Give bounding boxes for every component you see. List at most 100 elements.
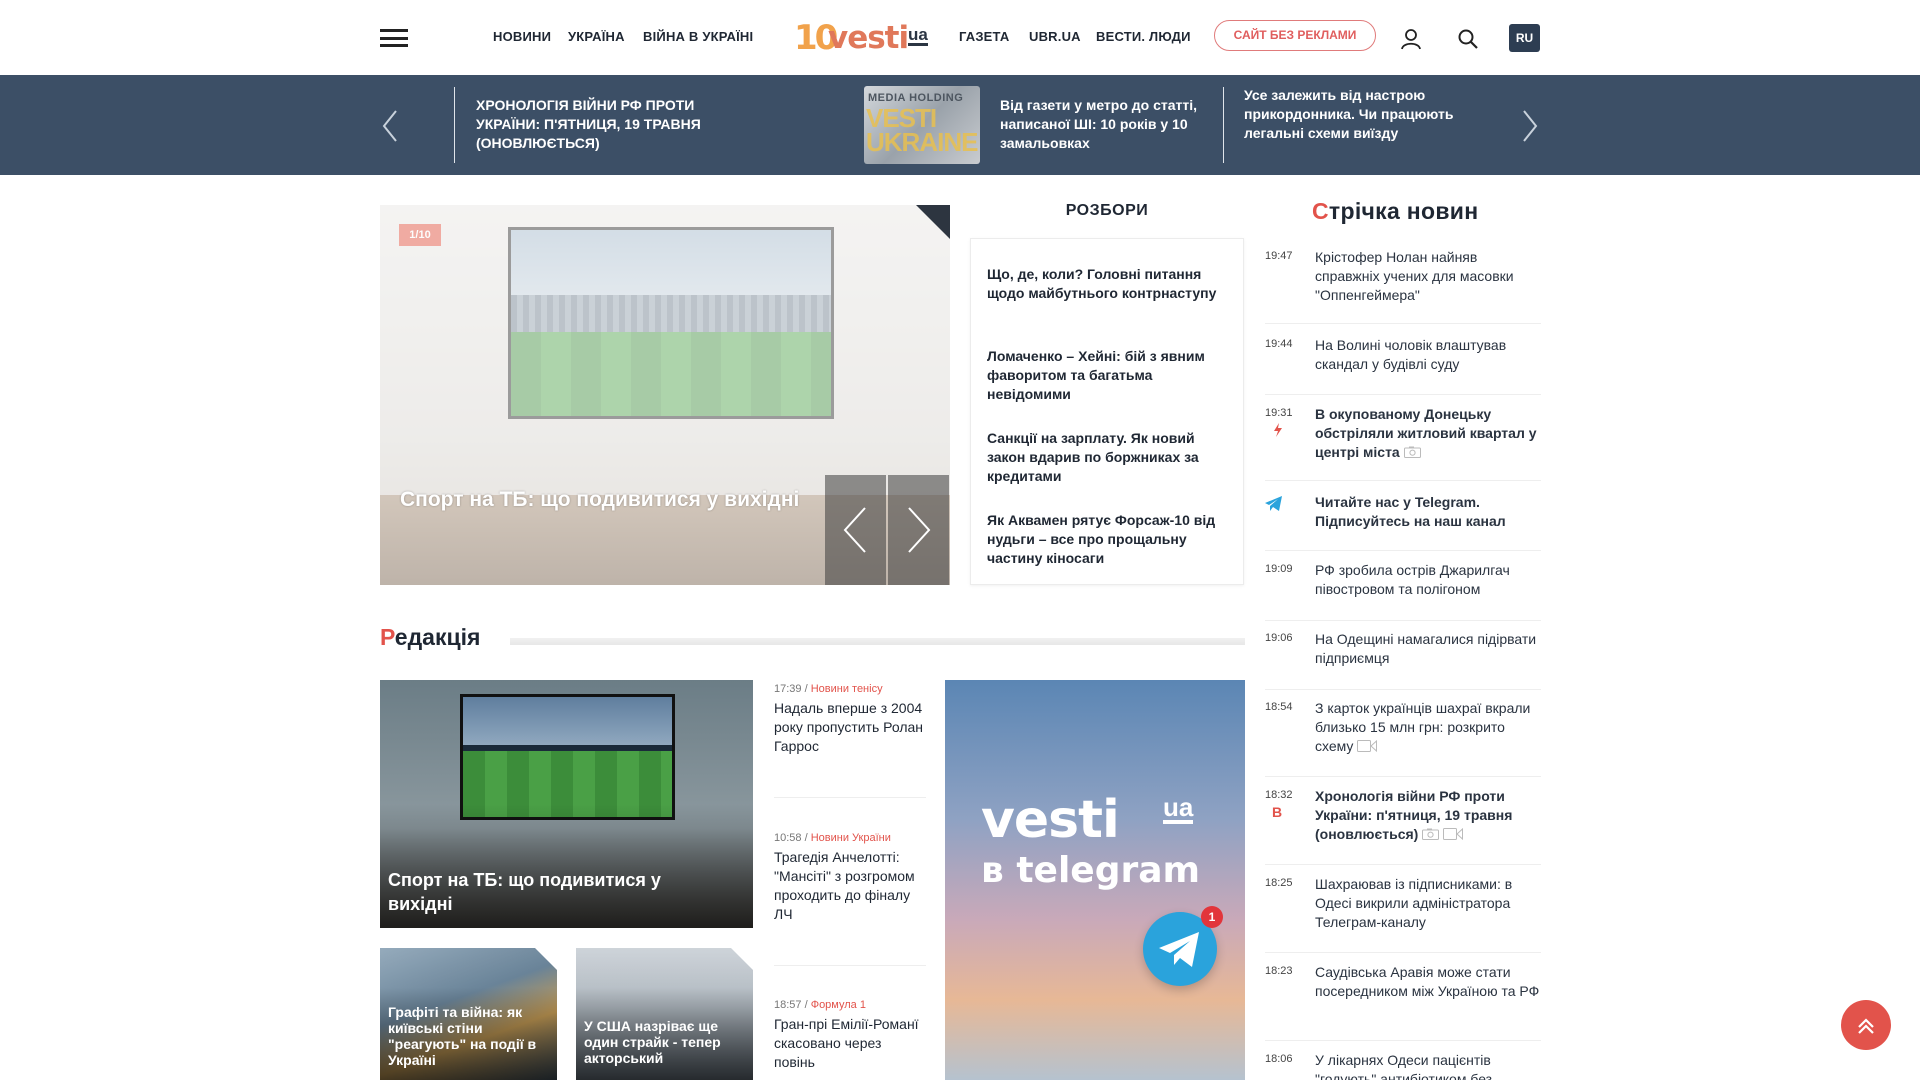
feed-time: 18:25 (1265, 877, 1293, 889)
telegram-icon (1265, 496, 1283, 515)
slider-prev-icon[interactable] (380, 109, 402, 143)
user-icon[interactable] (1400, 28, 1422, 50)
feed-time: 19:47 (1265, 250, 1293, 262)
news-category[interactable]: Новини України (811, 832, 891, 844)
hero-corner-fold (916, 205, 950, 239)
news-category[interactable]: Новини тенісу (811, 683, 883, 695)
news-time: 10:58 / (774, 832, 808, 844)
feed-item[interactable]: 18:23 Саудівська Аравія може стати посер… (1265, 963, 1541, 1041)
article-card[interactable]: У США назріває ще один страйк - тепер ак… (576, 948, 753, 1080)
feed-text: Читайте нас у Telegram. Підписуйтесь на … (1315, 494, 1506, 529)
feed-text: У лікарнях Одеси пацієнтів "годують" ант… (1315, 1052, 1493, 1080)
feed-item[interactable]: 19:44 На Волині чоловік влаштував сканда… (1265, 336, 1541, 395)
side-news-item[interactable]: 17:39 / Новини тенісу Надаль вперше з 20… (774, 682, 926, 798)
analysis-title: РОЗБОРИ (1065, 202, 1149, 219)
title-initial: С (1312, 198, 1329, 224)
top-slider-thumbnail[interactable]: MEDIA HOLDING VESTI UKRAINE (864, 86, 980, 164)
promo-brand-ua: ua (1163, 792, 1194, 824)
feed-text-content: Хронологія війни РФ проти України: п'ятн… (1315, 788, 1513, 842)
feed-item[interactable]: 18:25 Шахраював із підписниками: в Одесі… (1265, 875, 1541, 953)
slider-next-icon[interactable] (1518, 109, 1540, 143)
feed-text-content: В окупованому Донецьку обстріляли житлов… (1315, 406, 1537, 460)
promo-brand: vesti (981, 790, 1120, 850)
feed-text: РФ зробила острів Джарилгач півостровом … (1315, 562, 1510, 597)
analysis-item[interactable]: Що, де, коли? Головні питання щодо майбу… (987, 265, 1231, 303)
analysis-item[interactable]: Як Аквамен рятує Форсаж-10 від нудьги – … (987, 511, 1231, 568)
news-category[interactable]: Формула 1 (811, 999, 866, 1011)
analysis-item[interactable]: Ломаченко – Хейні: бій з явним фаворитом… (987, 347, 1231, 404)
top-slider-item[interactable]: ХРОНОЛОГІЯ ВІЙНИ РФ ПРОТИ УКРАЇНИ: П'ЯТН… (476, 96, 746, 153)
feed-time: 19:09 (1265, 563, 1293, 575)
scroll-to-top-button[interactable] (1841, 1000, 1891, 1050)
feed-time: 18:32 (1265, 789, 1293, 801)
feed-item[interactable]: 19:09 РФ зробила острів Джарилгач півост… (1265, 561, 1541, 621)
nav-link-war[interactable]: ВІЙНА В УКРАЇНІ (643, 29, 753, 44)
language-switch[interactable]: RU (1509, 24, 1540, 52)
feed-item[interactable]: 18:32 В Хронологія війни РФ проти Україн… (1265, 787, 1541, 865)
title-initial: Р (380, 624, 395, 650)
feed-time: 18:54 (1265, 701, 1293, 713)
news-text: Гран-прі Емілії-Романї скасовано через п… (774, 1016, 919, 1070)
feed-text: Крістофер Нолан найняв справжніх учених … (1315, 249, 1514, 303)
site-logo[interactable]: 10 vesti ua (794, 18, 934, 58)
analysis-item[interactable]: Санкції на зарплату. Як новий закон вдар… (987, 429, 1231, 486)
feed-text: Саудівська Аравія може стати посереднико… (1315, 964, 1540, 999)
feed-text-content: З карток українців шахраї вкрали близько… (1315, 700, 1531, 754)
top-slider-item[interactable]: Від газети у метро до статті, написаної … (1000, 96, 1224, 153)
article-title: Спорт на ТБ: що подивитися у вихідні (388, 870, 661, 914)
menu-icon[interactable] (380, 29, 408, 47)
news-time: 18:57 / (774, 999, 808, 1011)
feed-item[interactable]: 18:06 У лікарнях Одеси пацієнтів "годуют… (1265, 1051, 1541, 1080)
featured-article-card[interactable]: Спорт на ТБ: що подивитися у вихідні (380, 680, 753, 928)
hero-next-button[interactable] (888, 475, 949, 585)
telegram-promo-banner[interactable]: vesti ua в telegram 1 (945, 680, 1245, 1080)
notification-badge: 1 (1201, 906, 1223, 928)
hero-title[interactable]: Спорт на ТБ: що подивитися у вихідні (400, 487, 800, 512)
promo-subtitle: в telegram (981, 850, 1201, 891)
feed-item[interactable]: Читайте нас у Telegram. Підписуйтесь на … (1265, 493, 1541, 551)
news-meta: 10:58 / Новини України (774, 831, 926, 845)
news-time: 17:39 / (774, 683, 808, 695)
card-corner-fold (731, 948, 753, 970)
feed-item[interactable]: 19:47 Крістофер Нолан найняв справжніх у… (1265, 248, 1541, 324)
nav-link-ukraine[interactable]: УКРАЇНА (568, 29, 625, 44)
logo-word: vesti (828, 20, 909, 56)
photo-icon (1422, 826, 1440, 845)
article-card[interactable]: Графіті та війна: як київські стіни "реа… (380, 948, 557, 1080)
thumb-logo-text: VESTI UKRAINE (866, 103, 978, 157)
video-icon (1357, 738, 1378, 757)
top-slider-item[interactable]: Усе залежить від настрою прикордонника. … (1244, 86, 1464, 143)
section-divider (510, 638, 1245, 645)
nav-link-people[interactable]: ВЕСТИ. ЛЮДИ (1096, 29, 1191, 44)
slider-divider (454, 87, 455, 163)
feed-time: 19:06 (1265, 632, 1293, 644)
no-ads-button[interactable]: САЙТ БЕЗ РЕКЛАМИ (1214, 20, 1376, 51)
feed-text: На Одещині намагалися підірвати підприєм… (1315, 631, 1537, 666)
side-news-item[interactable]: 18:57 / Формула 1 Гран-прі Емілії-Романї… (774, 998, 926, 1080)
title-rest: едакція (394, 624, 481, 650)
article-title: У США назріває ще один страйк - тепер ак… (584, 1018, 721, 1066)
hero-slider[interactable]: 1/10 Спорт на ТБ: що подивитися у вихідн… (380, 205, 950, 585)
nav-link-ubr[interactable]: UBR.UA (1029, 29, 1081, 44)
feed-item[interactable]: 19:31 В окупованому Донецьку обстріляли … (1265, 405, 1541, 481)
photo-icon (1403, 444, 1421, 463)
feed-time: 18:23 (1265, 965, 1293, 977)
feed-text: Шахраював із підписниками: в Одесі викри… (1315, 876, 1513, 930)
nav-link-newspaper[interactable]: ГАЗЕТА (959, 29, 1009, 44)
feed-item[interactable]: 19:06 На Одещині намагалися підірвати пі… (1265, 630, 1541, 690)
editorial-title: Редакція (380, 624, 480, 651)
feed-badge: В (1272, 804, 1283, 820)
news-text: Трагедія Анчелотті: "Мансіті" з розгромо… (774, 849, 915, 922)
side-news-item[interactable]: 10:58 / Новини України Трагедія Анчелотт… (774, 831, 926, 966)
card-corner-fold (535, 948, 557, 970)
slider-divider (1223, 87, 1224, 163)
news-meta: 18:57 / Формула 1 (774, 998, 926, 1012)
feed-time: 19:31 (1265, 407, 1293, 419)
news-feed-title: Стрічка новин (1312, 198, 1478, 225)
hero-prev-button[interactable] (825, 475, 886, 585)
article-title: Графіті та війна: як київські стіни "реа… (388, 1004, 537, 1068)
nav-link-news[interactable]: НОВИНИ (493, 29, 551, 44)
search-icon[interactable] (1457, 28, 1479, 50)
feed-item[interactable]: 18:54 З карток українців шахраї вкрали б… (1265, 699, 1541, 777)
feed-time: 18:06 (1265, 1053, 1293, 1065)
